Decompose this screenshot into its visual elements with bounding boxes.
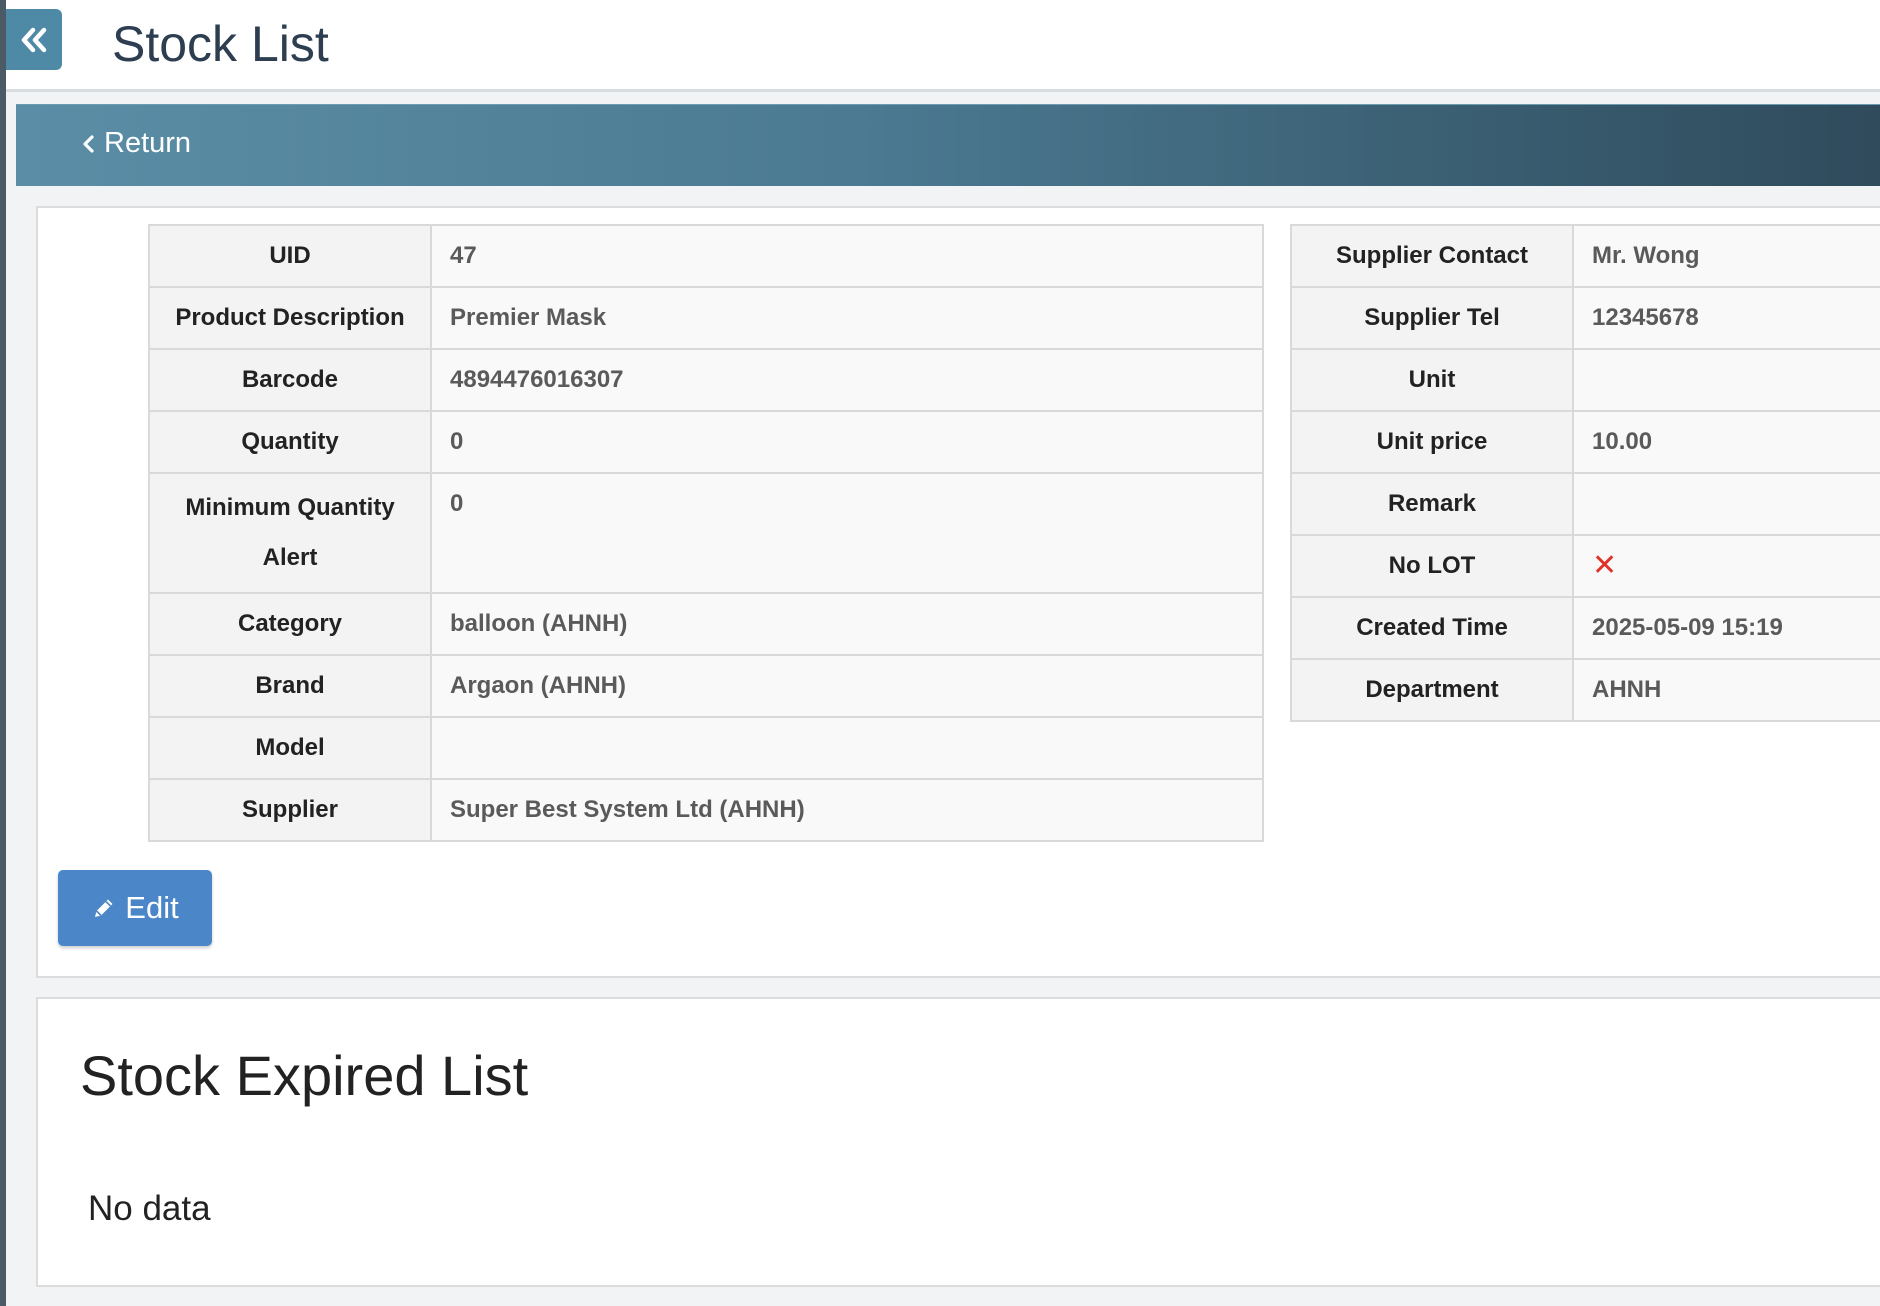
edit-button-label: Edit [125, 890, 179, 925]
table-row: Supplier Super Best System Ltd (AHNH) [148, 778, 1264, 842]
brand-label: Brand [148, 654, 432, 718]
product-description-value: Premier Mask [430, 286, 1264, 350]
table-row: Model [148, 716, 1264, 780]
quantity-value: 0 [430, 410, 1264, 474]
table-row: Department AHNH [1290, 658, 1880, 722]
table-row: Remark [1290, 472, 1880, 536]
table-row: Brand Argaon (AHNH) [148, 654, 1264, 718]
quantity-label: Quantity [148, 410, 432, 474]
stock-detail-panel: UID 47 Product Description Premier Mask … [36, 206, 1880, 978]
edit-button[interactable]: Edit [58, 870, 212, 946]
unit-value [1572, 348, 1880, 412]
table-row: Supplier Tel 12345678 [1290, 286, 1880, 350]
pencil-icon [91, 895, 117, 921]
remark-value [1572, 472, 1880, 536]
stock-info-table: UID 47 Product Description Premier Mask … [148, 224, 1264, 842]
department-value: AHNH [1572, 658, 1880, 722]
table-row: No LOT ✕ [1290, 534, 1880, 598]
no-lot-label: No LOT [1290, 534, 1574, 598]
table-row: Category balloon (AHNH) [148, 592, 1264, 656]
category-value: balloon (AHNH) [430, 592, 1264, 656]
barcode-value: 4894476016307 [430, 348, 1264, 412]
minimum-quantity-alert-label: Minimum Quantity Alert [148, 472, 432, 594]
table-row: Barcode 4894476016307 [148, 348, 1264, 412]
supplier-info-table: Supplier Contact Mr. Wong Supplier Tel 1… [1290, 224, 1880, 722]
no-lot-value: ✕ [1572, 534, 1880, 598]
supplier-contact-label: Supplier Contact [1290, 224, 1574, 288]
chevron-left-icon [83, 134, 94, 153]
supplier-label: Supplier [148, 778, 432, 842]
table-row: Unit [1290, 348, 1880, 412]
unit-price-label: Unit price [1290, 410, 1574, 474]
minimum-quantity-alert-value: 0 [430, 472, 1264, 594]
table-row: UID 47 [148, 224, 1264, 288]
empty-state-text: No data [88, 1189, 211, 1228]
unit-price-value: 10.00 [1572, 410, 1880, 474]
red-x-icon: ✕ [1592, 548, 1618, 582]
top-header: Stock List [6, 0, 1880, 92]
category-label: Category [148, 592, 432, 656]
table-row: Unit price 10.00 [1290, 410, 1880, 474]
uid-label: UID [148, 224, 432, 288]
department-label: Department [1290, 658, 1574, 722]
return-label: Return [104, 127, 192, 159]
product-description-label: Product Description [148, 286, 432, 350]
remark-label: Remark [1290, 472, 1574, 536]
table-row: Minimum Quantity Alert 0 [148, 472, 1264, 594]
collapse-sidebar-button[interactable] [6, 9, 62, 70]
uid-value: 47 [430, 224, 1264, 288]
table-row: Product Description Premier Mask [148, 286, 1264, 350]
supplier-contact-value: Mr. Wong [1572, 224, 1880, 288]
expired-list-title: Stock Expired List [80, 1044, 529, 1107]
supplier-tel-value: 12345678 [1572, 286, 1880, 350]
barcode-label: Barcode [148, 348, 432, 412]
stock-expired-panel: Stock Expired List No data [36, 997, 1880, 1287]
left-edge-strip [0, 0, 6, 1306]
unit-label: Unit [1290, 348, 1574, 412]
table-row: Quantity 0 [148, 410, 1264, 474]
created-time-label: Created Time [1290, 596, 1574, 660]
table-row: Created Time 2025-05-09 15:19 [1290, 596, 1880, 660]
double-chevron-left-icon [21, 27, 47, 52]
created-time-value: 2025-05-09 15:19 [1572, 596, 1880, 660]
return-link[interactable]: Return [82, 127, 191, 160]
table-row: Supplier Contact Mr. Wong [1290, 224, 1880, 288]
brand-value: Argaon (AHNH) [430, 654, 1264, 718]
supplier-tel-label: Supplier Tel [1290, 286, 1574, 350]
return-bar: Return [16, 104, 1880, 186]
model-value [430, 716, 1264, 780]
model-label: Model [148, 716, 432, 780]
supplier-value: Super Best System Ltd (AHNH) [430, 778, 1264, 842]
page-title: Stock List [112, 16, 329, 72]
